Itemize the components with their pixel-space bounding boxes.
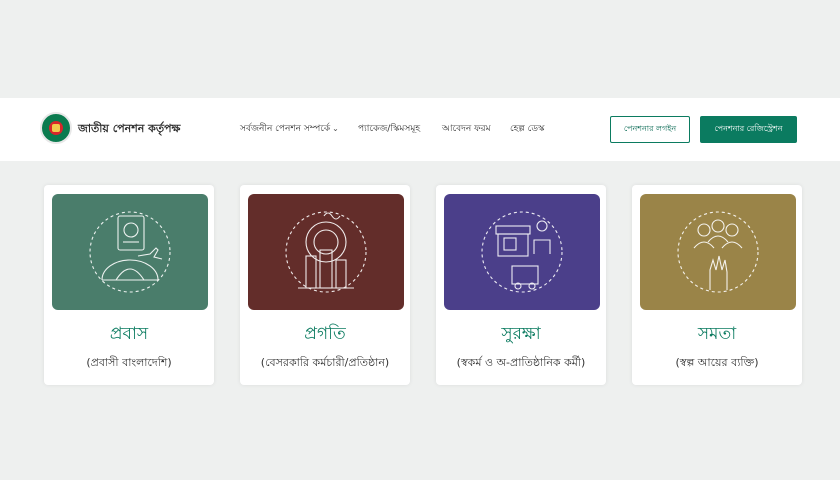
scheme-image [52, 194, 208, 310]
passport-globe-icon [89, 211, 171, 293]
scheme-card-progoti[interactable]: প্রগতি (বেসরকারি কর্মচারী/প্রতিষ্ঠান) [240, 185, 410, 385]
scheme-title: প্রবাস [109, 324, 149, 344]
nav-help-desk[interactable]: হেল্প ডেস্ক [510, 121, 544, 136]
nav-about-label: সর্বজনীন পেনশন সম্পর্কে [240, 124, 331, 134]
scheme-card-probash[interactable]: প্রবাস (প্রবাসী বাংলাদেশি) [44, 185, 214, 385]
scheme-subtitle: (স্বল্প আয়ের ব্যক্তি) [675, 356, 759, 369]
pensioner-login-button[interactable]: পেনশনার লগইন [610, 116, 690, 143]
factory-gear-icon [285, 211, 367, 293]
raised-hands-icon [677, 211, 759, 293]
scheme-title: সুরক্ষা [501, 324, 541, 344]
scheme-title: সমতা [697, 324, 737, 344]
scheme-image [640, 194, 796, 310]
scheme-subtitle: (প্রবাসী বাংলাদেশি) [86, 356, 172, 369]
nav-application-form[interactable]: আবেদন ফরম [442, 121, 491, 136]
scheme-image [444, 194, 600, 310]
scheme-subtitle: (স্বকর্ম ও অ-প্রাতিষ্ঠানিক কর্মী) [456, 356, 586, 369]
scheme-card-somota[interactable]: সমতা (স্বল্প আয়ের ব্যক্তি) [632, 185, 802, 385]
chevron-down-icon: ⌄ [332, 124, 339, 133]
top-navbar: জাতীয় পেনশন কর্তৃপক্ষ সর্বজনীন পেনশন সম… [0, 98, 840, 161]
nav-packages[interactable]: প্যাকেজ/স্কিমসমূহ [358, 121, 420, 136]
brand-name[interactable]: জাতীয় পেনশন কর্তৃপক্ষ [78, 120, 180, 139]
scheme-title: প্রগতি [304, 324, 346, 344]
pensioner-register-button[interactable]: পেনশনার রেজিস্ট্রেশন [700, 116, 797, 143]
scheme-card-surokkha[interactable]: সুরক্ষা (স্বকর্ম ও অ-প্রাতিষ্ঠানিক কর্মী… [436, 185, 606, 385]
scheme-subtitle: (বেসরকারি কর্মচারী/প্রতিষ্ঠান) [260, 356, 390, 369]
shop-worker-icon [481, 211, 563, 293]
nav-about[interactable]: সর্বজনীন পেনশন সম্পর্কে ⌄ [240, 121, 339, 136]
scheme-image [248, 194, 404, 310]
government-logo-icon[interactable] [40, 112, 72, 144]
